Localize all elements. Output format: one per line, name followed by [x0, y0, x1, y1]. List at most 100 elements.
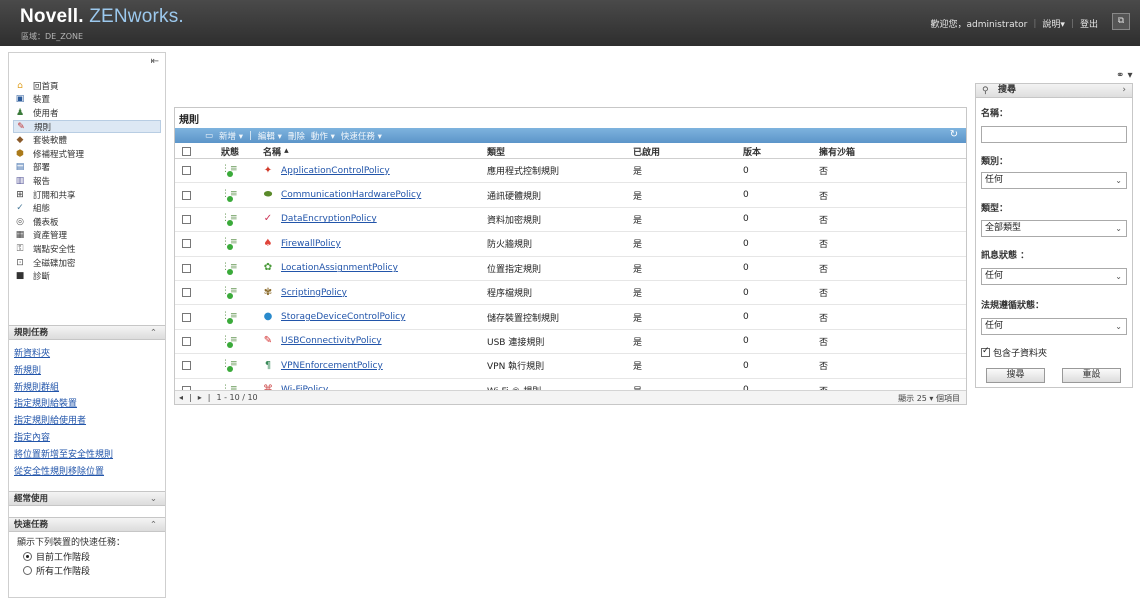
- column-enabled[interactable]: 已啟用: [633, 144, 660, 158]
- view-options-icon[interactable]: ⚭ ▾: [1116, 70, 1133, 81]
- task-new-policy-group[interactable]: 新規則群組: [14, 381, 113, 398]
- column-version[interactable]: 版本: [743, 144, 761, 158]
- type-select[interactable]: 全部類型 ⌄: [981, 220, 1127, 237]
- row-checkbox[interactable]: [182, 361, 191, 371]
- table-row[interactable]: ⋮≡ ♠ FirewallPolicy 防火牆規則 是 0 否: [175, 232, 966, 257]
- column-status[interactable]: 狀態: [221, 144, 239, 158]
- name-input[interactable]: [981, 126, 1127, 143]
- row-checkbox[interactable]: [182, 190, 191, 200]
- help-menu[interactable]: 說明▾: [1042, 17, 1065, 30]
- task-assign-to-user[interactable]: 指定規則給使用者: [14, 414, 113, 431]
- radio-all-sessions[interactable]: 所有工作階段: [23, 563, 90, 577]
- policy-link[interactable]: ApplicationControlPolicy: [281, 166, 390, 176]
- chevron-down-icon: ⌄: [1115, 272, 1122, 281]
- sidebar-item-assets[interactable]: ▦ 資產管理: [15, 229, 161, 243]
- diagnostics-icon: ■: [15, 271, 25, 282]
- sidebar-item-devices[interactable]: ▣ 裝置: [15, 93, 161, 107]
- collapse-chevron-icon[interactable]: ⌃: [150, 518, 157, 532]
- sidebar-item-configuration[interactable]: ✓ 組態: [15, 201, 161, 215]
- table-row[interactable]: ⋮≡ ✦ ApplicationControlPolicy 應用程式控制規則 是 0 否: [175, 159, 966, 184]
- policy-link[interactable]: FirewallPolicy: [281, 239, 341, 249]
- policy-link[interactable]: CommunicationHardwarePolicy: [281, 190, 421, 200]
- type-cell: 程序檔規則: [487, 289, 533, 300]
- radio-button[interactable]: [23, 551, 32, 561]
- row-checkbox[interactable]: [182, 214, 191, 224]
- new-menu[interactable]: 新增 ▾: [219, 130, 243, 142]
- include-subfolders-label: 包含子資料夾: [993, 349, 1048, 359]
- task-new-policy[interactable]: 新規則: [14, 364, 113, 381]
- message-status-value: 任何: [985, 271, 1004, 281]
- policy-link[interactable]: DataEncryptionPolicy: [281, 214, 377, 224]
- sidebar-item-dashboard[interactable]: ◎ 儀表板: [15, 215, 161, 229]
- column-type[interactable]: 類型: [487, 144, 505, 158]
- column-sandbox[interactable]: 擁有沙箱: [819, 144, 855, 158]
- refresh-icon[interactable]: ↻: [948, 129, 960, 141]
- table-row[interactable]: ⋮≡ ✎ USBConnectivityPolicy USB 連接規則 是 0 否: [175, 330, 966, 355]
- quick-tasks-header[interactable]: 快速任務 ⌃: [9, 517, 165, 532]
- frequently-used-header[interactable]: 經常使用 ⌄: [9, 491, 165, 506]
- collapse-nav-icon[interactable]: ⇤: [151, 56, 159, 67]
- sidebar-item-endpoint-security[interactable]: ⚿ 端點安全性: [15, 242, 161, 256]
- policy-tasks-header[interactable]: 規則任務 ⌃: [9, 325, 165, 340]
- policy-link[interactable]: LocationAssignmentPolicy: [281, 263, 398, 273]
- table-row[interactable]: ⋮≡ ⬬ CommunicationHardwarePolicy 通訊硬體規則 是 0 否: [175, 183, 966, 208]
- sidebar-item-encryption[interactable]: ⊡ 全磁碟加密: [15, 256, 161, 270]
- action-menu[interactable]: 動作 ▾: [311, 130, 335, 142]
- table-row[interactable]: ⋮≡ ✓ DataEncryptionPolicy 資料加密規則 是 0 否: [175, 208, 966, 233]
- policy-link[interactable]: StorageDeviceControlPolicy: [281, 312, 405, 322]
- task-assign-to-device[interactable]: 指定規則給裝置: [14, 397, 113, 414]
- table-row[interactable]: ⋮≡ ✿ LocationAssignmentPolicy 位置指定規則 是 0 否: [175, 257, 966, 281]
- message-status-select[interactable]: 任何 ⌄: [981, 268, 1127, 285]
- sidebar-item-subscribe[interactable]: ⊞ 訂閱和共享: [15, 188, 161, 202]
- sidebar-item-diagnostics[interactable]: ■ 診斷: [15, 269, 161, 283]
- table-row[interactable]: ⋮≡ ✾ ScriptingPolicy 程序檔規則 是 0 否: [175, 281, 966, 306]
- quick-tasks-menu[interactable]: 快速任務 ▾: [341, 130, 382, 142]
- table-row[interactable]: ⋮≡ ¶ VPNEnforcementPolicy VPN 執行規則 是 0 否: [175, 354, 966, 379]
- table-row[interactable]: ⋮≡ ● StorageDeviceControlPolicy 儲存裝置控制規則 是 0 否: [175, 305, 966, 330]
- task-add-location[interactable]: 將位置新增至安全性規則: [14, 448, 113, 465]
- delete-button[interactable]: 刪除: [288, 130, 305, 142]
- reset-button[interactable]: 重設: [1062, 368, 1121, 383]
- page-size-select[interactable]: 顯示 25 ▾ 個項目: [898, 393, 960, 404]
- radio-button[interactable]: [23, 565, 32, 575]
- sidebar-item-label: 回首頁: [33, 81, 59, 92]
- sidebar-item-patch[interactable]: ⬢ 修補程式管理: [15, 147, 161, 161]
- task-assign-content[interactable]: 指定內容: [14, 431, 113, 448]
- collapse-chevron-icon[interactable]: ⌃: [150, 326, 157, 340]
- version-cell: 0: [743, 287, 749, 298]
- sidebar-item-users[interactable]: ♟ 使用者: [15, 106, 161, 120]
- row-checkbox[interactable]: [182, 288, 191, 298]
- task-new-folder[interactable]: 新資料夾: [14, 347, 113, 364]
- expand-chevron-icon[interactable]: ⌄: [150, 492, 157, 506]
- sidebar-item-deployment[interactable]: ▤ 部署: [15, 161, 161, 175]
- row-checkbox[interactable]: [182, 336, 191, 346]
- compliance-select[interactable]: 任何 ⌄: [981, 318, 1127, 335]
- search-button[interactable]: 搜尋: [986, 368, 1045, 383]
- sidebar-item-home[interactable]: ⌂ 回首頁: [15, 79, 161, 93]
- logout-link[interactable]: 登出: [1080, 17, 1098, 30]
- prev-page-icon[interactable]: ◂: [179, 393, 183, 402]
- sidebar-item-policies[interactable]: ✎ 規則: [13, 119, 161, 134]
- select-all-checkbox[interactable]: [182, 146, 191, 156]
- row-checkbox[interactable]: [182, 312, 191, 322]
- policy-link[interactable]: ScriptingPolicy: [281, 288, 347, 298]
- row-checkbox[interactable]: [182, 239, 191, 249]
- next-page-icon[interactable]: ▸: [198, 393, 202, 402]
- row-checkbox[interactable]: [182, 263, 191, 273]
- policy-type-icon: ✿: [263, 262, 273, 274]
- policy-link[interactable]: VPNEnforcementPolicy: [281, 361, 383, 371]
- config-icon: ✓: [16, 203, 24, 214]
- include-subfolders-checkbox[interactable]: 包含子資料夾: [981, 346, 1047, 359]
- chevron-right-icon[interactable]: ›: [1122, 84, 1126, 97]
- task-remove-location[interactable]: 從安全性規則移除位置: [14, 465, 113, 482]
- policy-link[interactable]: USBConnectivityPolicy: [281, 336, 382, 346]
- category-select[interactable]: 任何 ⌄: [981, 172, 1127, 189]
- sidebar-item-reports[interactable]: ▥ 報告: [15, 174, 161, 188]
- edit-menu[interactable]: 編輯 ▾: [258, 130, 282, 142]
- radio-current-session[interactable]: 目前工作階段: [23, 549, 90, 563]
- column-name[interactable]: 名稱 ▴: [263, 144, 289, 158]
- sidebar-item-bundles[interactable]: ◆ 套裝軟體: [15, 133, 161, 147]
- row-checkbox[interactable]: [182, 166, 191, 176]
- window-icon[interactable]: ⧉: [1112, 13, 1130, 30]
- checkbox-checked[interactable]: [981, 346, 990, 357]
